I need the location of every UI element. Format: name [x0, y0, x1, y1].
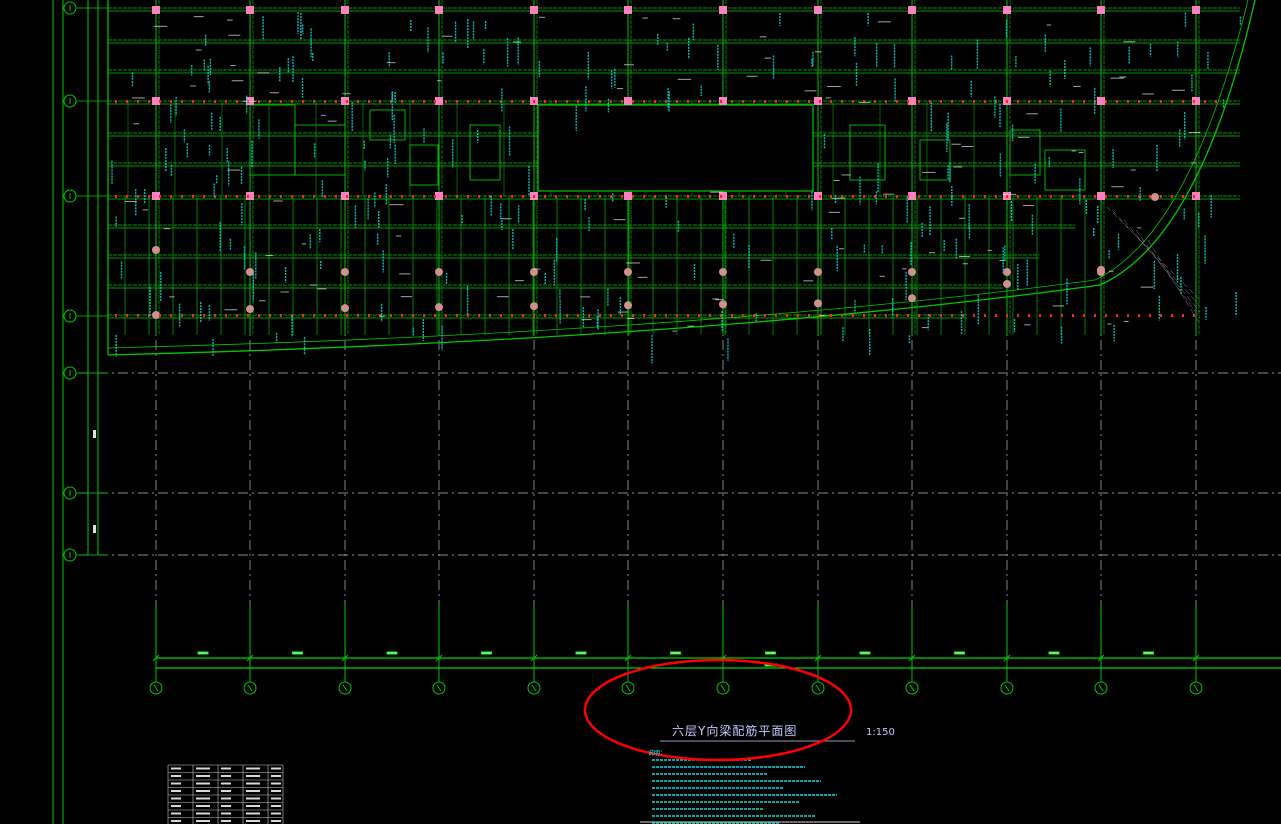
- cad-drawing-canvas[interactable]: [0, 0, 1281, 824]
- notes-heading: 说明：: [648, 750, 667, 757]
- drawing-title: 六层Y向梁配筋平面图: [672, 724, 798, 738]
- drawing-scale: 1:150: [866, 727, 895, 738]
